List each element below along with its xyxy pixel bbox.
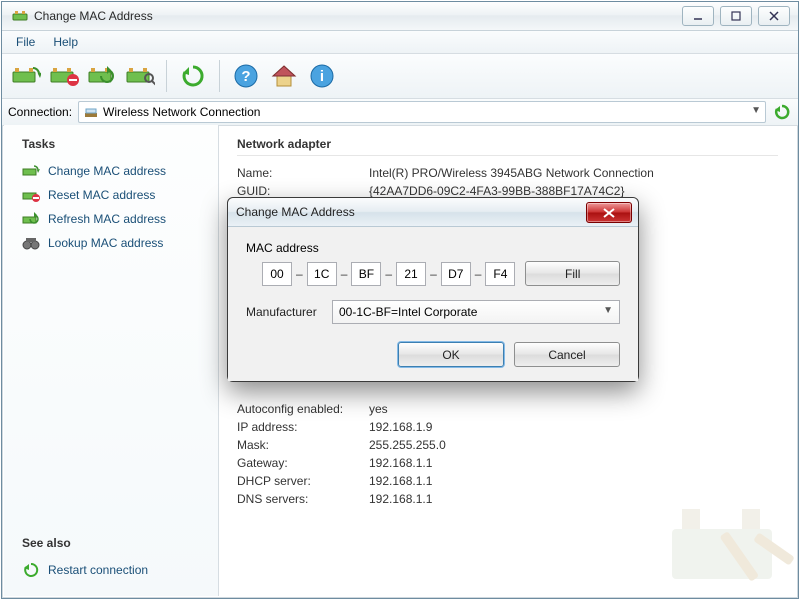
connection-bar: Connection: Wireless Network Connection … bbox=[2, 99, 798, 126]
adapter-label: Mask: bbox=[237, 438, 369, 452]
dropdown-arrow-icon: ▼ bbox=[603, 305, 613, 316]
task-lookup-mac[interactable]: Lookup MAC address bbox=[14, 231, 208, 255]
app-window: Change MAC Address File Help ? bbox=[1, 1, 799, 599]
mac-octet-6[interactable] bbox=[485, 262, 515, 286]
nic-change-icon bbox=[22, 162, 40, 180]
task-label: Refresh MAC address bbox=[48, 212, 166, 226]
toolbar-help[interactable]: ? bbox=[228, 58, 264, 94]
adapter-label: Gateway: bbox=[237, 456, 369, 470]
binoculars-icon bbox=[22, 234, 40, 252]
nic-reset-icon bbox=[22, 186, 40, 204]
ok-button[interactable]: OK bbox=[398, 342, 504, 367]
toolbar-change-mac[interactable] bbox=[8, 58, 44, 94]
mac-address-label: MAC address bbox=[246, 241, 620, 255]
connection-icon bbox=[83, 104, 99, 120]
adapter-label: Name: bbox=[237, 166, 369, 180]
adapter-row: IP address:192.168.1.9 bbox=[237, 420, 778, 434]
adapter-label: IP address: bbox=[237, 420, 369, 434]
seealso-heading: See also bbox=[22, 536, 208, 550]
connection-value: Wireless Network Connection bbox=[103, 105, 260, 119]
window-title: Change MAC Address bbox=[34, 9, 682, 23]
menu-file[interactable]: File bbox=[8, 33, 43, 51]
adapter-row: Autoconfig enabled:yes bbox=[237, 402, 778, 416]
minimize-button[interactable] bbox=[682, 6, 714, 26]
adapter-value: 192.168.1.1 bbox=[369, 474, 432, 488]
toolbar-restart-connection[interactable] bbox=[175, 58, 211, 94]
toolbar-reset-mac[interactable] bbox=[46, 58, 82, 94]
adapter-heading: Network adapter bbox=[237, 137, 778, 156]
change-mac-dialog: Change MAC Address MAC address – – – – – bbox=[227, 197, 639, 382]
seealso-restart-connection[interactable]: Restart connection bbox=[14, 558, 208, 582]
dialog-close-button[interactable] bbox=[586, 202, 632, 223]
sidebar: Tasks Change MAC address Reset MAC addre… bbox=[4, 125, 219, 596]
task-label: Change MAC address bbox=[48, 164, 166, 178]
manufacturer-dropdown[interactable]: 00-1C-BF=Intel Corporate ▼ bbox=[332, 300, 620, 324]
mac-octet-2[interactable] bbox=[307, 262, 337, 286]
manufacturer-value: 00-1C-BF=Intel Corporate bbox=[339, 305, 477, 319]
task-refresh-mac[interactable]: Refresh MAC address bbox=[14, 207, 208, 231]
maximize-button[interactable] bbox=[720, 6, 752, 26]
connection-label: Connection: bbox=[8, 105, 72, 119]
dialog-title: Change MAC Address bbox=[236, 205, 355, 219]
adapter-value: 192.168.1.1 bbox=[369, 456, 432, 470]
adapter-row: GUID:{42AA7DD6-09C2-4FA3-99BB-388BF17A74… bbox=[237, 184, 778, 198]
svg-text:?: ? bbox=[241, 68, 250, 85]
connection-dropdown[interactable]: Wireless Network Connection ▼ bbox=[78, 101, 766, 123]
tasks-heading: Tasks bbox=[22, 137, 208, 151]
adapter-value: {42AA7DD6-09C2-4FA3-99BB-388BF17A74C2} bbox=[369, 184, 625, 198]
nic-refresh-icon bbox=[22, 210, 40, 228]
adapter-row: DHCP server:192.168.1.1 bbox=[237, 474, 778, 488]
dropdown-arrow-icon: ▼ bbox=[751, 105, 761, 116]
adapter-value: Intel(R) PRO/Wireless 3945ABG Network Co… bbox=[369, 166, 654, 180]
task-reset-mac[interactable]: Reset MAC address bbox=[14, 183, 208, 207]
titlebar: Change MAC Address bbox=[2, 2, 798, 31]
mac-octet-4[interactable] bbox=[396, 262, 426, 286]
task-label: Reset MAC address bbox=[48, 188, 155, 202]
close-button[interactable] bbox=[758, 6, 790, 26]
seealso-label: Restart connection bbox=[48, 563, 148, 577]
fill-button[interactable]: Fill bbox=[525, 261, 620, 286]
adapter-label: DNS servers: bbox=[237, 492, 369, 506]
menubar: File Help bbox=[2, 31, 798, 54]
app-icon bbox=[12, 8, 28, 24]
toolbar: ? i bbox=[2, 54, 798, 99]
mac-octet-1[interactable] bbox=[262, 262, 292, 286]
mac-octet-3[interactable] bbox=[351, 262, 381, 286]
adapter-row: Name:Intel(R) PRO/Wireless 3945ABG Netwo… bbox=[237, 166, 778, 180]
refresh-icon bbox=[22, 561, 40, 579]
toolbar-separator bbox=[219, 60, 220, 92]
svg-text:i: i bbox=[320, 68, 324, 85]
adapter-row: Gateway:192.168.1.1 bbox=[237, 456, 778, 470]
adapter-value: 192.168.1.1 bbox=[369, 492, 432, 506]
connection-refresh-button[interactable] bbox=[772, 102, 792, 122]
adapter-label: GUID: bbox=[237, 184, 369, 198]
adapter-row: Mask:255.255.255.0 bbox=[237, 438, 778, 452]
cancel-button[interactable]: Cancel bbox=[514, 342, 620, 367]
menu-help[interactable]: Help bbox=[45, 33, 86, 51]
adapter-label: DHCP server: bbox=[237, 474, 369, 488]
task-change-mac[interactable]: Change MAC address bbox=[14, 159, 208, 183]
mac-octet-5[interactable] bbox=[441, 262, 471, 286]
adapter-value: 255.255.255.0 bbox=[369, 438, 446, 452]
watermark-icon bbox=[662, 489, 796, 596]
toolbar-separator bbox=[166, 60, 167, 92]
manufacturer-label: Manufacturer bbox=[246, 305, 332, 319]
toolbar-about[interactable]: i bbox=[304, 58, 340, 94]
toolbar-refresh-mac[interactable] bbox=[84, 58, 120, 94]
toolbar-home[interactable] bbox=[266, 58, 302, 94]
dialog-body: MAC address – – – – – Fill Manufacturer bbox=[228, 227, 638, 381]
task-label: Lookup MAC address bbox=[48, 236, 163, 250]
toolbar-lookup-mac[interactable] bbox=[122, 58, 158, 94]
window-buttons bbox=[682, 6, 790, 26]
adapter-value: yes bbox=[369, 402, 388, 416]
adapter-label: Autoconfig enabled: bbox=[237, 402, 369, 416]
adapter-value: 192.168.1.9 bbox=[369, 420, 432, 434]
dialog-titlebar: Change MAC Address bbox=[228, 198, 638, 227]
